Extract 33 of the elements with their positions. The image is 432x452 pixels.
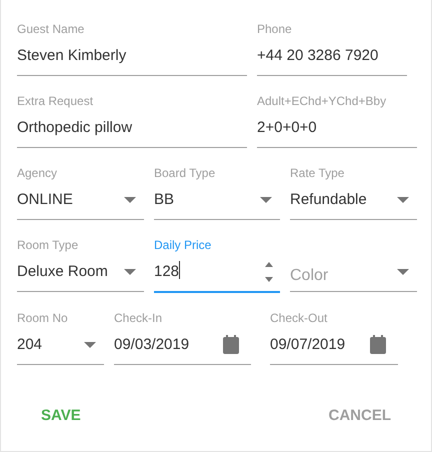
field-label: Daily Price — [154, 238, 212, 252]
text-field[interactable]: +44 20 3286 7920 — [257, 34, 407, 76]
field-label: Extra Request — [17, 94, 94, 108]
caret-icon — [397, 269, 409, 275]
caret-icon — [124, 197, 136, 203]
field-label: Check-In — [114, 311, 162, 325]
field-label: Room Type — [17, 238, 78, 252]
field-label: Rate Type — [290, 166, 344, 180]
caret-icon — [84, 342, 96, 348]
dropdown-field[interactable]: ONLINE — [17, 178, 144, 220]
text-field[interactable]: Orthopedic pillow — [17, 106, 247, 148]
date-field[interactable]: 09/07/2019 — [270, 323, 398, 365]
field-label: Check-Out — [270, 311, 328, 325]
field-label: Guest Name — [17, 22, 84, 36]
field-label: Agency — [17, 166, 58, 180]
field-label: Phone — [257, 22, 292, 36]
calendar-icon[interactable] — [223, 335, 239, 354]
caret-icon — [260, 197, 272, 203]
number-field[interactable]: 128 — [154, 250, 280, 293]
dropdown-field[interactable]: BB — [154, 178, 280, 220]
dropdown-field[interactable]: Refundable — [290, 178, 417, 220]
date-field[interactable]: 09/03/2019 — [114, 323, 251, 365]
caret-icon — [397, 197, 409, 203]
calendar-icon[interactable] — [370, 335, 386, 354]
dropdown-field[interactable]: 204 — [17, 323, 104, 365]
spinner-icon[interactable] — [264, 261, 274, 283]
dropdown-field[interactable]: Deluxe Room — [17, 250, 144, 292]
text-field[interactable]: Steven Kimberly — [17, 34, 247, 76]
caret-icon — [124, 269, 136, 275]
field-label: Board Type — [154, 166, 216, 180]
text-field[interactable]: 2+0+0+0 — [257, 106, 417, 148]
field-label: Adult+EChd+YChd+Bby — [257, 94, 386, 108]
field-label: Room No — [17, 311, 68, 325]
